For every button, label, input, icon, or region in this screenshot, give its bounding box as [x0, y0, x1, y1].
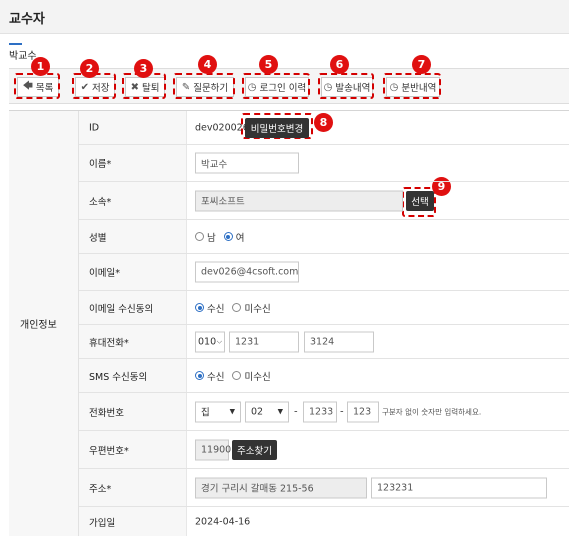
- check-icon: ✔: [80, 81, 89, 93]
- sms-consent-yes-radio[interactable]: 수신: [195, 369, 224, 383]
- x-icon: ✖: [130, 81, 139, 93]
- row-email: 이메일* dev026@4csoft.com: [79, 254, 569, 291]
- list-button[interactable]: 🡄 목록: [17, 77, 59, 97]
- row-phone: 전화번호 집 ▼ 02 ▼ - 1233 - 123 구분자 없이 숫자만 입력하세…: [79, 393, 569, 431]
- callout-badge-5: 5: [259, 55, 278, 74]
- sms-consent-no-radio[interactable]: 미수신: [232, 369, 271, 383]
- phone-area-select[interactable]: 02 ▼: [245, 401, 289, 422]
- row-joined: 가입일 2024-04-16: [79, 507, 569, 536]
- send-history-button[interactable]: ◷ 발송내역: [321, 77, 373, 97]
- id-label: ID: [89, 122, 100, 133]
- row-affiliation: 소속* 포씨소프트 선택: [79, 182, 569, 220]
- section-label: 개인정보: [20, 320, 57, 331]
- personal-info-form: 개인정보 ID dev020026 비밀번호변경 이름* 박교수 소속* 포씨소…: [9, 110, 569, 536]
- email-consent-yes-radio[interactable]: 수신: [195, 301, 224, 315]
- dash-separator: -: [340, 406, 344, 417]
- list-button-label: 목록: [35, 83, 54, 94]
- login-history-button[interactable]: ◷ 로그인 이력: [245, 77, 309, 97]
- email-consent-label: 이메일 수신동의: [89, 303, 154, 315]
- row-id: ID dev020026 비밀번호변경: [79, 111, 569, 145]
- mobile-label: 휴대전화*: [89, 337, 129, 349]
- back-arrow-icon: 🡄: [22, 80, 33, 92]
- row-mobile: 휴대전화* 010 ⌵ 1231 3124: [79, 325, 569, 359]
- mobile-middle-input[interactable]: 1231: [229, 331, 299, 352]
- phone-label: 전화번호: [89, 407, 124, 419]
- zipcode-label: 우편번호*: [89, 445, 129, 457]
- joined-label: 가입일: [89, 518, 116, 529]
- email-input[interactable]: dev026@4csoft.com: [195, 261, 299, 283]
- gender-label: 성별: [89, 232, 107, 244]
- withdraw-button[interactable]: ✖ 탈퇴: [125, 77, 165, 97]
- select-affiliation-button[interactable]: 선택: [406, 190, 434, 211]
- affiliation-input[interactable]: 포씨소프트: [195, 190, 403, 211]
- row-zipcode: 우편번호* 11900 주소찾기: [79, 431, 569, 469]
- question-button[interactable]: ✎ 질문하기: [176, 77, 234, 97]
- clock-icon: ◷: [323, 81, 333, 93]
- tab-indicator: [9, 43, 22, 45]
- edit-icon: ✎: [181, 81, 191, 93]
- gender-female-radio[interactable]: 여: [223, 230, 245, 244]
- change-password-button[interactable]: 비밀번호변경: [245, 117, 309, 138]
- affiliation-label: 소속*: [89, 196, 112, 208]
- save-button-label: 저장: [91, 83, 110, 94]
- phone-middle-input[interactable]: 1233: [303, 401, 337, 422]
- clock-icon: ◷: [389, 81, 399, 93]
- phone-type-select[interactable]: 집 ▼: [195, 401, 241, 422]
- send-history-label: 발송내역: [335, 83, 371, 94]
- dash-separator: -: [294, 406, 298, 417]
- clock-icon: ◷: [247, 81, 257, 93]
- zipcode-input[interactable]: 11900: [195, 439, 231, 460]
- row-name: 이름* 박교수: [79, 145, 569, 182]
- mobile-prefix-select[interactable]: 010 ⌵: [195, 331, 225, 352]
- sms-consent-label: SMS 수신동의: [89, 371, 148, 383]
- withdraw-button-label: 탈퇴: [141, 83, 160, 94]
- joined-date: 2024-04-16: [195, 516, 251, 528]
- callout-badge-6: 6: [330, 55, 349, 74]
- row-address: 주소* 경기 구리시 갈매동 215-56 123231: [79, 469, 569, 507]
- phone-last-input[interactable]: 123: [347, 401, 379, 422]
- row-gender: 성별 남 여: [79, 220, 569, 254]
- name-input[interactable]: 박교수: [195, 152, 299, 174]
- id-value: dev020026: [195, 122, 249, 133]
- distribution-history-label: 분반내역: [401, 83, 437, 94]
- save-button[interactable]: ✔ 저장: [75, 77, 115, 97]
- gender-male-radio[interactable]: 남: [195, 230, 216, 244]
- row-sms-consent: SMS 수신동의 수신 미수신: [79, 359, 569, 393]
- question-button-label: 질문하기: [193, 83, 229, 94]
- callout-badge-3: 3: [134, 59, 153, 78]
- callout-badge-7: 7: [412, 55, 431, 74]
- address-label: 주소*: [89, 483, 112, 495]
- caret-down-icon: ▼: [229, 407, 235, 416]
- chevron-down-icon: ⌵: [216, 337, 222, 345]
- page-title: 교수자: [9, 12, 45, 27]
- address-input[interactable]: 경기 구리시 갈매동 215-56: [195, 477, 367, 498]
- caret-down-icon: ▼: [277, 407, 283, 416]
- email-consent-no-radio[interactable]: 미수신: [232, 301, 271, 315]
- address-detail-input[interactable]: 123231: [371, 477, 547, 498]
- login-history-label: 로그인 이력: [259, 83, 307, 94]
- email-label: 이메일*: [89, 268, 120, 279]
- mobile-last-input[interactable]: 3124: [304, 331, 374, 352]
- callout-badge-4: 4: [198, 55, 217, 74]
- phone-hint: 구분자 없이 숫자만 입력하세요.: [382, 407, 482, 416]
- name-label: 이름*: [89, 159, 112, 170]
- find-address-button[interactable]: 주소찾기: [232, 439, 277, 460]
- callout-badge-1: 1: [31, 57, 50, 76]
- section-column: 개인정보: [9, 111, 79, 536]
- page-header: 교수자: [0, 0, 569, 34]
- row-email-consent: 이메일 수신동의 수신 미수신: [79, 291, 569, 325]
- callout-badge-2: 2: [80, 59, 99, 78]
- distribution-history-button[interactable]: ◷ 분반내역: [386, 77, 440, 97]
